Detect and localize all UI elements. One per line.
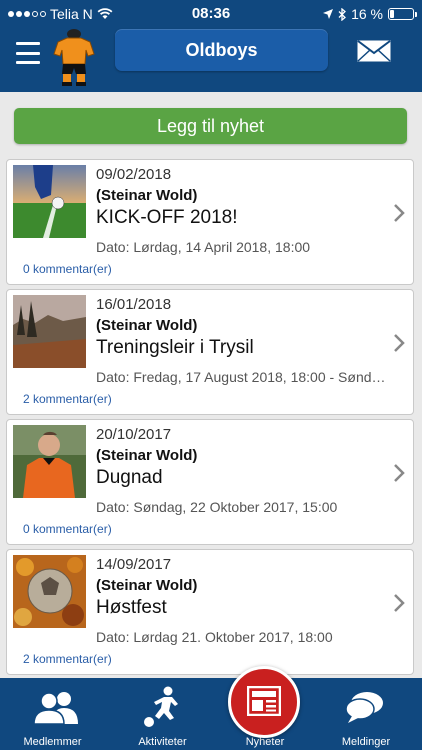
news-date: 14/09/2017 — [96, 556, 172, 573]
chevron-right-icon[interactable] — [393, 203, 405, 223]
news-author: (Steinar Wold) — [96, 317, 198, 334]
news-date: 09/02/2018 — [96, 166, 172, 183]
news-author: (Steinar Wold) — [96, 577, 198, 594]
news-title: KICK-OFF 2018! — [96, 207, 238, 228]
envelope-icon[interactable] — [357, 40, 391, 62]
news-event-date: Dato: Lørdag 21. Oktober 2017, 18:00 — [96, 629, 333, 645]
status-bar: Telia N 08:36 16 % — [0, 0, 422, 28]
tab-members[interactable]: Medlemmer — [0, 678, 105, 750]
news-comments-link[interactable]: 2 kommentar(er) — [23, 652, 112, 666]
hamburger-icon[interactable] — [16, 42, 40, 64]
soccer-player-icon — [144, 686, 178, 727]
battery-percent: 16 % — [351, 6, 383, 22]
news-item[interactable]: 16/01/2018 (Steinar Wold) Treningsleir i… — [6, 289, 414, 415]
news-comments-link[interactable]: 2 kommentar(er) — [23, 392, 112, 406]
chevron-right-icon[interactable] — [393, 593, 405, 613]
location-arrow-icon — [323, 9, 334, 19]
top-bar: Telia N 08:36 16 % Oldboys — [0, 0, 422, 92]
news-comments-link[interactable]: 0 kommentar(er) — [23, 522, 112, 536]
bottom-tab-bar: Medlemmer Aktiviteter Nyheter Meldinger — [0, 678, 422, 750]
news-item[interactable]: 09/02/2018 (Steinar Wold) KICK-OFF 2018!… — [6, 159, 414, 285]
page-title: Oldboys — [115, 29, 328, 71]
news-comments-link[interactable]: 0 kommentar(er) — [23, 262, 112, 276]
chat-bubbles-icon — [345, 692, 383, 723]
news-date: 16/01/2018 — [96, 296, 172, 313]
news-event-date: Dato: Lørdag, 14 April 2018, 18:00 — [96, 239, 311, 255]
tab-activities[interactable]: Aktiviteter — [105, 678, 220, 750]
news-author: (Steinar Wold) — [96, 447, 198, 464]
members-icon — [33, 692, 78, 724]
news-thumbnail-hostfest — [13, 555, 86, 628]
bluetooth-icon — [338, 7, 347, 21]
news-title: Høstfest — [96, 597, 167, 618]
team-mascot-logo — [53, 29, 95, 86]
chevron-right-icon[interactable] — [393, 463, 405, 483]
news-thumbnail-kickoff — [13, 165, 86, 238]
tab-messages[interactable]: Meldinger — [310, 678, 422, 750]
tab-label: Medlemmer — [23, 736, 82, 748]
news-date: 20/10/2017 — [96, 426, 172, 443]
news-title: Dugnad — [96, 467, 163, 488]
news-event-date: Dato: Søndag, 22 Oktober 2017, 15:00 — [96, 499, 338, 515]
news-title: Treningsleir i Trysil — [96, 337, 254, 358]
newspaper-icon — [247, 686, 281, 716]
status-right: 16 % — [323, 6, 417, 22]
chevron-right-icon[interactable] — [393, 333, 405, 353]
news-item[interactable]: 14/09/2017 (Steinar Wold) Høstfest Dato:… — [6, 549, 414, 675]
news-thumbnail-trysil — [13, 295, 86, 368]
battery-icon — [388, 8, 417, 20]
news-thumbnail-dugnad — [13, 425, 86, 498]
tab-label: Meldinger — [341, 736, 391, 748]
news-item[interactable]: 20/10/2017 (Steinar Wold) Dugnad Dato: S… — [6, 419, 414, 545]
newspaper-icon-bubble[interactable] — [228, 666, 300, 738]
news-author: (Steinar Wold) — [96, 187, 198, 204]
news-event-date: Dato: Fredag, 17 August 2018, 18:00 - Sø… — [96, 369, 386, 385]
add-news-button[interactable]: Legg til nyhet — [14, 108, 407, 144]
tab-label: Aktiviteter — [138, 736, 187, 748]
